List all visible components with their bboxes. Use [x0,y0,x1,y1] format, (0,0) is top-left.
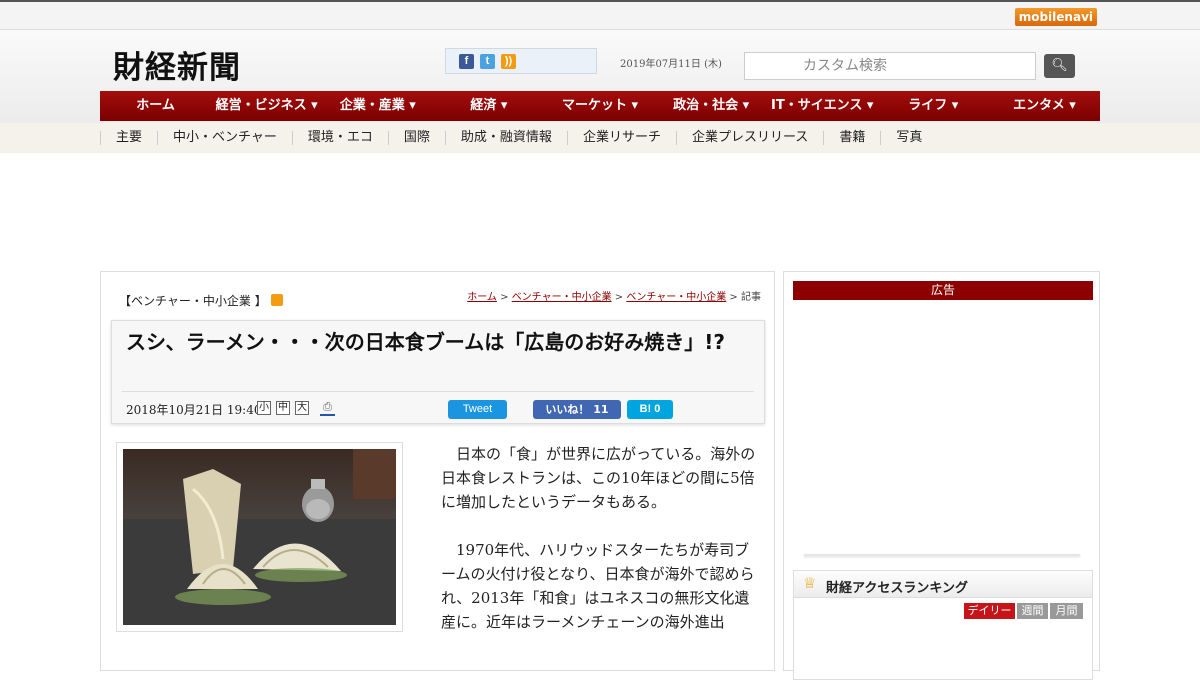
ranking-box: ♕ 財経アクセスランキング デイリー 週間 月間 [793,570,1093,680]
subnav-item-eco[interactable]: 環境・エコ [291,131,388,145]
breadcrumb-current: 記事 [741,292,761,303]
breadcrumb-separator: > [726,292,741,303]
category-label: 【ベンチャー・中小企業 】 [119,294,267,308]
mobilenavi-link[interactable]: mobilenavi [1014,8,1097,26]
font-size-small-button[interactable]: 小 [257,401,271,415]
print-icon[interactable]: ⎙ [320,401,335,416]
article-header: スシ、ラーメン・・・次の日本食ブームは「広島のお好み焼き」!? 2018年10月… [111,320,765,424]
social-links: f t )) [445,48,597,74]
search-button[interactable]: 🔍︎ [1044,54,1075,78]
article-title: スシ、ラーメン・・・次の日本食ブームは「広島のお好み焼き」!? [126,330,725,354]
main-nav: ホーム 経営・ビジネス ▾ 企業・産業 ▾ 経済 ▾ マーケット ▾ 政治・社会… [100,91,1100,121]
search-input[interactable]: カスタム検索 [744,52,1036,80]
article-paragraph: 1970年代、ハリウッドスターたちが寿司ブームの火付け役となり、日本食が海外で認… [441,541,755,631]
sub-nav: 主要 中小・ベンチャー 環境・エコ 国際 助成・融資情報 企業リサーチ 企業プレ… [0,123,1200,153]
subnav-item-research[interactable]: 企業リサーチ [566,131,676,145]
ranking-tab-daily[interactable]: デイリー [964,603,1015,619]
nav-item-life[interactable]: ライフ ▾ [878,91,989,121]
font-size-large-button[interactable]: 大 [295,401,309,415]
facebook-like-button[interactable]: いいね！ 11 [533,400,621,419]
breadcrumb-separator: > [611,292,627,303]
nav-item-entertainment[interactable]: エンタメ ▾ [989,91,1100,121]
breadcrumb-category[interactable]: ベンチャー・中小企業 [512,292,612,303]
top-bar: mobilenavi [0,0,1200,30]
crown-icon: ♕ [803,574,817,592]
breadcrumb-home[interactable]: ホーム [467,292,497,303]
facebook-icon[interactable]: f [459,54,474,69]
sidebar: 広告 ♕ 財経アクセスランキング デイリー 週間 月間 [783,271,1100,680]
search-icon: 🔍︎ [1051,58,1068,73]
subnav-item-photos[interactable]: 写真 [880,131,937,145]
article-category: 【ベンチャー・中小企業 】 [119,292,283,309]
nav-item-industry[interactable]: 企業・産業 ▾ [322,91,433,121]
nav-item-market[interactable]: マーケット ▾ [544,91,655,121]
divider [122,391,754,392]
hatena-bookmark-button[interactable]: B! 0 [627,400,673,419]
ranking-tab-monthly[interactable]: 月間 [1050,603,1083,619]
breadcrumb-separator: > [496,292,512,303]
nav-item-politics[interactable]: 政治・社会 ▾ [656,91,767,121]
divider [804,554,1080,556]
rss-icon[interactable] [270,294,283,306]
subnav-item-venture[interactable]: 中小・ベンチャー [157,131,292,145]
nav-item-it-science[interactable]: IT・サイエンス ▾ [767,91,878,121]
subnav-item-main[interactable]: 主要 [100,131,157,145]
breadcrumb: ホーム > ベンチャー・中小企業 > ベンチャー・中小企業 > 記事 [467,288,761,303]
subnav-item-international[interactable]: 国際 [387,131,445,145]
article-panel: 【ベンチャー・中小企業 】 ホーム > ベンチャー・中小企業 > ベンチャー・中… [100,271,775,671]
subnav-item-press[interactable]: 企業プレスリリース [675,131,823,145]
nav-item-economy[interactable]: 経済 ▾ [433,91,544,121]
ad-header: 広告 [793,281,1093,300]
current-date: 2019年07月11日 (木) [620,59,722,70]
ranking-header: ♕ 財経アクセスランキング [794,571,1092,598]
nav-item-business[interactable]: 経営・ビジネス ▾ [211,91,322,121]
subnav-item-books[interactable]: 書籍 [823,131,880,145]
font-size-medium-button[interactable]: 中 [276,401,290,415]
site-logo[interactable]: 財経新聞 [113,42,241,87]
subnav-item-funding[interactable]: 助成・融資情報 [444,131,567,145]
article-paragraph: 日本の「食」が世界に広がっている。海外の日本食レストランは、この10年ほどの間に… [441,445,756,511]
publish-date: 2018年10月21日 19:40 [126,403,262,417]
rss-icon[interactable]: )) [501,54,516,69]
breadcrumb-subcategory[interactable]: ベンチャー・中小企業 [626,292,726,303]
ranking-title: 財経アクセスランキング [826,581,968,596]
tweet-button[interactable]: Tweet [448,400,507,419]
article-body: 日本の「食」が世界に広がっている。海外の日本食レストランは、この10年ほどの間に… [441,442,763,658]
okonomiyaki-image [123,449,396,625]
nav-item-home[interactable]: ホーム [100,91,211,121]
article-photo [116,442,403,632]
ranking-tab-weekly[interactable]: 週間 [1017,603,1048,619]
twitter-icon[interactable]: t [480,54,495,69]
